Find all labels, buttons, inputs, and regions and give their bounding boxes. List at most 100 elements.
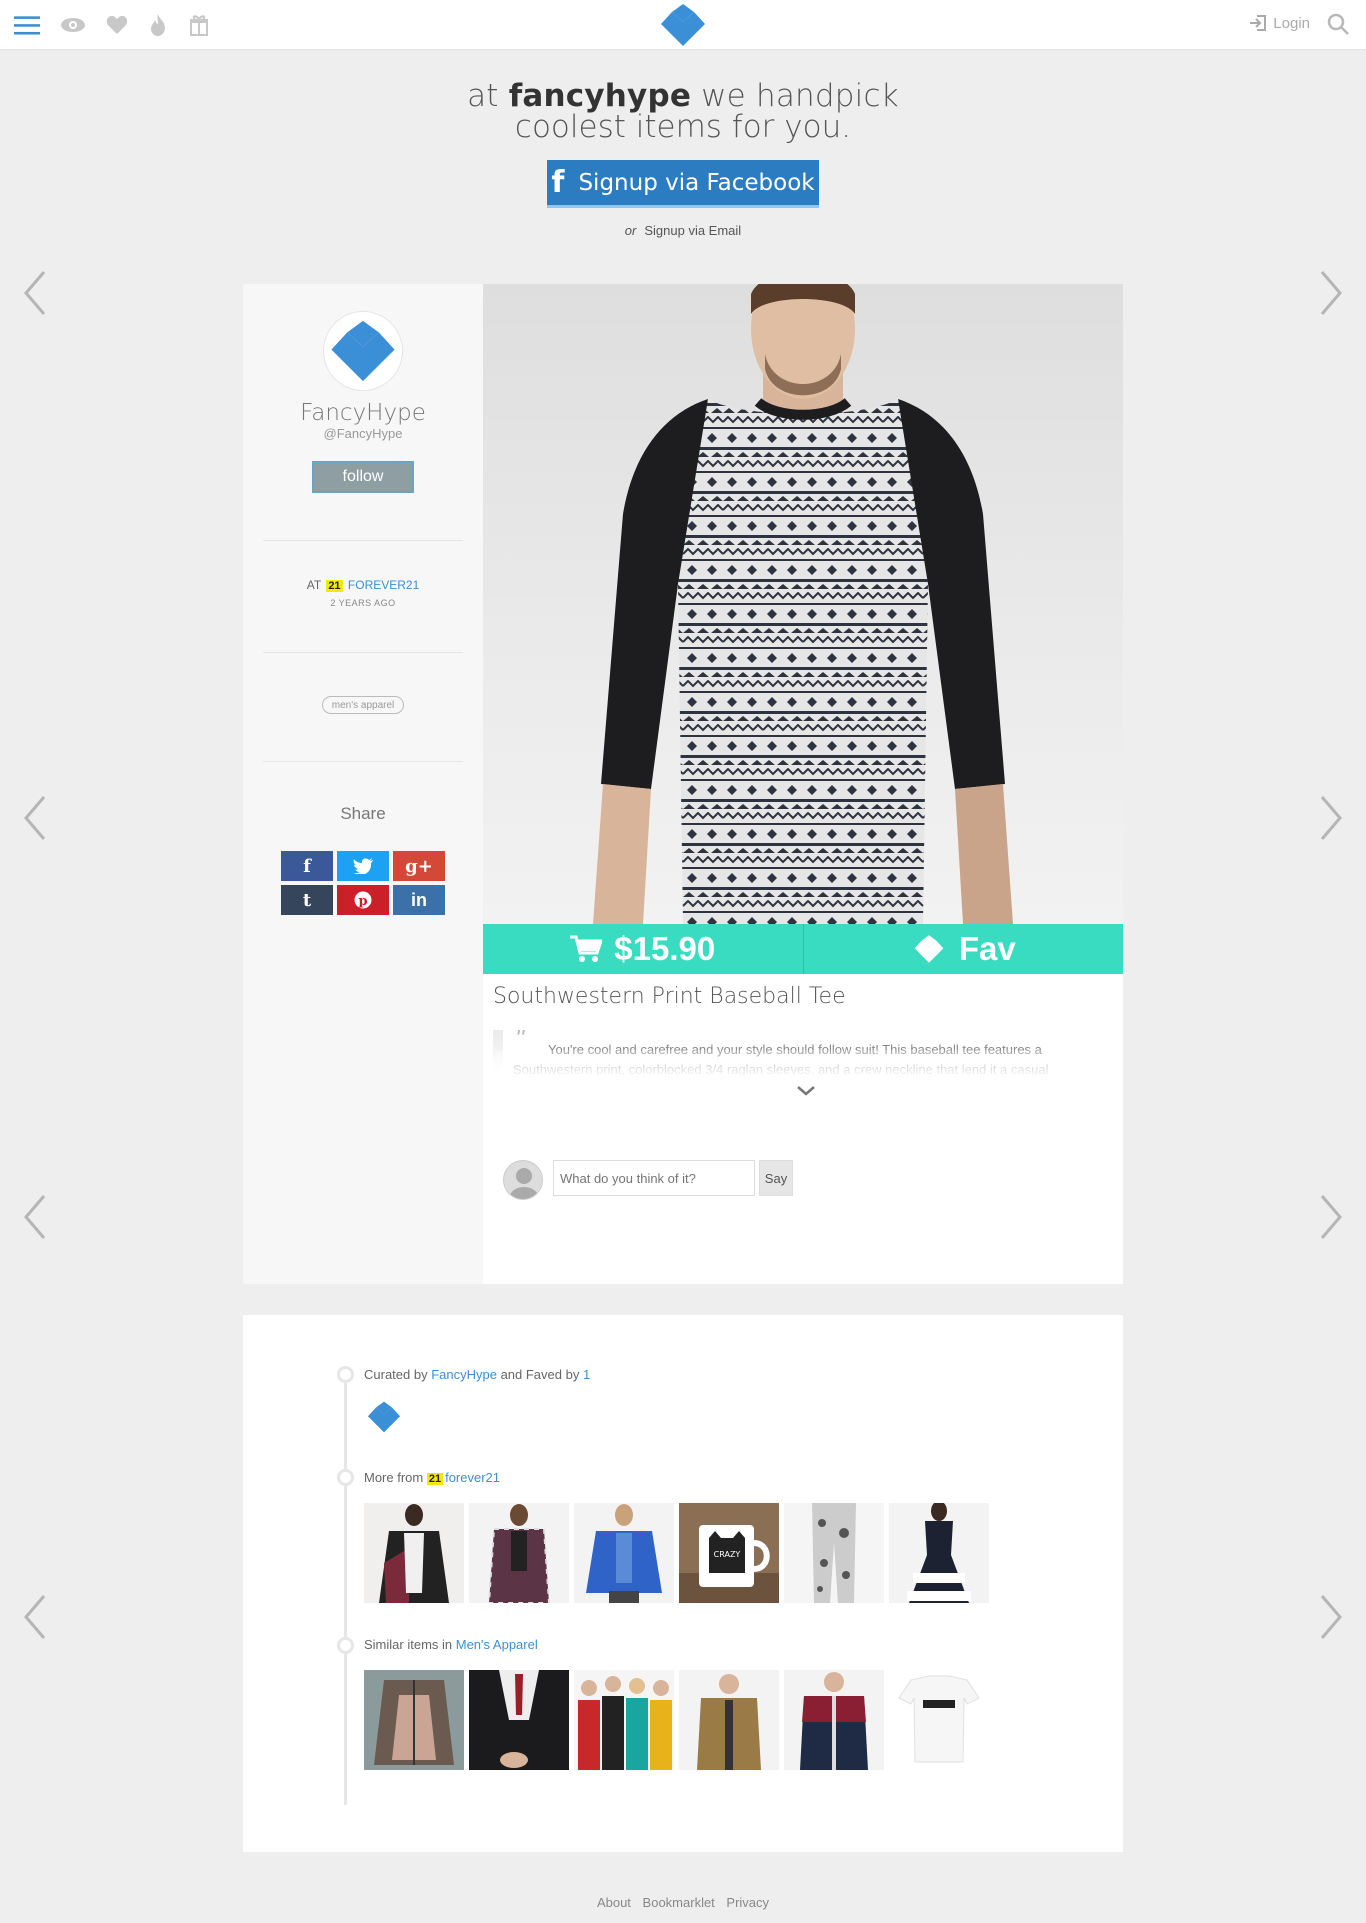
fav-label: Fav	[958, 930, 1016, 967]
fancyhype-heart-icon	[331, 320, 395, 382]
login-link[interactable]: Login	[1249, 14, 1310, 32]
more-prefix: More from	[364, 1470, 427, 1485]
related-section: Curated by FancyHype and Faved by 1 More…	[243, 1315, 1123, 1852]
next-arrow-icon[interactable]	[1316, 1592, 1346, 1642]
similar-prefix: Similar items in	[364, 1637, 456, 1652]
store-line: AT 21 FOREVER21	[243, 578, 483, 592]
share-google-plus-button[interactable]: g+	[393, 851, 445, 881]
store-link[interactable]: forever21	[445, 1470, 500, 1485]
prev-arrow-icon[interactable]	[20, 1592, 50, 1642]
product-thumbnail[interactable]	[364, 1670, 464, 1770]
gift-icon[interactable]	[186, 12, 212, 38]
heart-icon[interactable]	[104, 12, 130, 38]
buy-button[interactable]: $15.90	[483, 924, 804, 974]
forever21-logo: 21	[426, 1473, 444, 1485]
expand-chevron-icon[interactable]	[795, 1084, 817, 1098]
next-arrow-icon[interactable]	[1316, 1192, 1346, 1242]
product-thumbnail[interactable]	[784, 1503, 884, 1603]
faver-avatar[interactable]	[365, 1400, 403, 1439]
product-thumbnail[interactable]	[679, 1670, 779, 1770]
hero: at fancyhype we handpick coolest items f…	[0, 80, 1366, 143]
timeline-dot	[337, 1637, 354, 1654]
hero-headline: at fancyhype we handpick	[0, 80, 1366, 112]
footer-privacy-link[interactable]: Privacy	[726, 1895, 769, 1910]
product-thumbnail[interactable]: CRAZY	[679, 1503, 779, 1603]
product-thumbnail[interactable]	[889, 1503, 989, 1603]
prev-arrow-icon[interactable]	[20, 268, 50, 318]
curator-name[interactable]: FancyHype	[243, 400, 483, 426]
product-thumbnail[interactable]	[364, 1503, 464, 1603]
curator-handle: @FancyHype	[323, 426, 403, 441]
comment-input[interactable]	[553, 1160, 755, 1196]
product-description: " You're cool and carefree and your styl…	[493, 1030, 1108, 1078]
signup-email-link[interactable]: Signup via Email	[644, 223, 741, 238]
share-twitter-button[interactable]	[337, 851, 389, 881]
facebook-icon: f	[303, 855, 311, 877]
category-tag[interactable]: men's apparel	[322, 696, 404, 714]
share-tumblr-button[interactable]: t	[281, 885, 333, 915]
divider	[263, 540, 463, 541]
curated-line: Curated by FancyHype and Faved by 1	[364, 1367, 590, 1382]
product-thumbnail[interactable]	[469, 1503, 569, 1603]
linkedin-icon: in	[411, 889, 427, 910]
product-image[interactable]	[483, 284, 1123, 924]
fancyhype-heart-icon	[367, 1401, 401, 1433]
email-signup: or Signup via Email	[0, 223, 1366, 238]
default-user-icon	[510, 1168, 538, 1199]
product-thumbnail[interactable]	[574, 1503, 674, 1603]
curator-avatar[interactable]	[323, 311, 403, 391]
price-label: $15.90	[614, 930, 716, 967]
login-icon	[1250, 15, 1267, 31]
share-linkedin-button[interactable]: in	[393, 885, 445, 915]
eye-icon[interactable]	[60, 12, 86, 38]
svg-text:p: p	[358, 894, 367, 909]
product-thumbnail[interactable]	[574, 1670, 674, 1770]
share-pinterest-button[interactable]: p	[337, 885, 389, 915]
google-plus-icon: g+	[405, 855, 433, 877]
fav-button[interactable]: Fav	[803, 924, 1123, 974]
prev-arrow-icon[interactable]	[20, 1192, 50, 1242]
fancyhype-logo[interactable]	[657, 2, 709, 48]
more-from-line: More from 21 forever21	[364, 1470, 500, 1485]
product-thumbnail[interactable]	[469, 1670, 569, 1770]
timeline-dot	[337, 1366, 354, 1383]
share-facebook-button[interactable]: f	[281, 851, 333, 881]
category-link[interactable]: Men's Apparel	[456, 1637, 538, 1652]
faved-count-link[interactable]: 1	[583, 1367, 590, 1382]
store-prefix: AT	[306, 578, 321, 592]
forever21-logo: 21	[326, 580, 343, 592]
more-from-thumbnails: CRAZY	[364, 1503, 989, 1603]
prev-arrow-icon[interactable]	[20, 793, 50, 843]
footer: About Bookmarklet Privacy	[0, 1895, 1366, 1910]
store-link[interactable]: FOREVER21	[348, 578, 419, 592]
next-arrow-icon[interactable]	[1316, 268, 1346, 318]
pinterest-icon: p	[354, 891, 372, 909]
svg-text:CRAZY: CRAZY	[714, 1550, 741, 1559]
curator-sidebar: FancyHype @FancyHype follow AT 21 FOREVE…	[243, 284, 483, 1284]
product-card: FancyHype @FancyHype follow AT 21 FOREVE…	[243, 284, 1123, 1284]
footer-about-link[interactable]: About	[597, 1895, 631, 1910]
divider	[263, 652, 463, 653]
posted-time: 2 YEARS AGO	[330, 598, 396, 608]
curator-link[interactable]: FancyHype	[431, 1367, 497, 1382]
footer-bookmarklet-link[interactable]: Bookmarklet	[643, 1895, 715, 1910]
faved-text: and Faved by	[496, 1367, 583, 1382]
follow-button[interactable]: follow	[312, 461, 414, 493]
signup-facebook-button[interactable]: f Signup via Facebook	[547, 160, 819, 208]
search-icon[interactable]	[1326, 12, 1352, 38]
top-bar: Login	[0, 0, 1366, 50]
description-fade	[493, 1050, 1108, 1078]
say-button[interactable]: Say	[759, 1160, 793, 1196]
product-thumbnail[interactable]	[889, 1670, 989, 1770]
similar-items-line: Similar items in Men's Apparel	[364, 1637, 538, 1652]
product-title: Southwestern Print Baseball Tee	[493, 984, 846, 1009]
signup-facebook-label: Signup via Facebook	[578, 169, 815, 196]
flame-icon[interactable]	[145, 12, 171, 38]
product-thumbnail[interactable]	[784, 1670, 884, 1770]
next-arrow-icon[interactable]	[1316, 793, 1346, 843]
twitter-icon	[353, 858, 373, 874]
tumblr-icon: t	[302, 889, 312, 911]
user-avatar	[503, 1160, 543, 1200]
login-label: Login	[1273, 14, 1310, 32]
hamburger-menu-icon[interactable]	[14, 12, 40, 38]
